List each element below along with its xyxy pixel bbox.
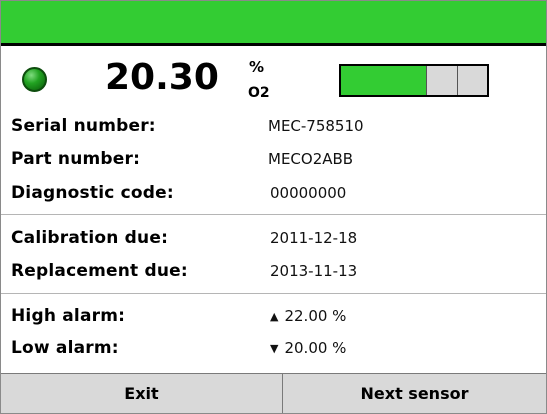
high-alarm-value-group: ▲ 22.00 % bbox=[270, 303, 346, 330]
serial-number-label: Serial number: bbox=[11, 116, 156, 136]
calibration-due-label: Calibration due: bbox=[11, 228, 169, 248]
bar-segment-divider bbox=[457, 66, 458, 95]
low-alarm-value: 20.00 % bbox=[284, 339, 347, 357]
bar-segment-divider bbox=[426, 66, 427, 95]
arrow-down-icon: ▼ bbox=[270, 342, 279, 355]
section-divider bbox=[1, 214, 546, 215]
reading-level-bar-fill bbox=[341, 66, 426, 95]
part-number-label: Part number: bbox=[11, 149, 141, 169]
diagnostic-code-value: 00000000 bbox=[270, 184, 347, 202]
low-alarm-value-group: ▼ 20.00 % bbox=[270, 335, 346, 362]
title-bar bbox=[1, 1, 546, 46]
sensor-detail-window: 20.30 % O2 Serial number: MEC-758510 Par… bbox=[0, 0, 547, 414]
section-divider bbox=[1, 293, 546, 294]
reading-value: 20.30 bbox=[105, 57, 219, 98]
replacement-due-label: Replacement due: bbox=[11, 261, 188, 281]
low-alarm-label: Low alarm: bbox=[11, 338, 119, 358]
gas-type: O2 bbox=[248, 85, 270, 101]
replacement-due-value: 2013-11-13 bbox=[270, 262, 358, 280]
status-led-icon bbox=[22, 67, 47, 92]
next-sensor-button[interactable]: Next sensor bbox=[283, 373, 546, 413]
reading-unit: % bbox=[249, 58, 265, 76]
diagnostic-code-label: Diagnostic code: bbox=[11, 183, 174, 203]
arrow-up-icon: ▲ bbox=[270, 310, 279, 323]
serial-number-value: MEC-758510 bbox=[268, 117, 364, 135]
high-alarm-value: 22.00 % bbox=[284, 307, 347, 325]
calibration-due-value: 2011-12-18 bbox=[270, 229, 358, 247]
part-number-value: MECO2ABB bbox=[268, 150, 354, 168]
high-alarm-label: High alarm: bbox=[11, 306, 126, 326]
reading-level-bar bbox=[339, 64, 489, 97]
exit-button[interactable]: Exit bbox=[1, 373, 283, 413]
